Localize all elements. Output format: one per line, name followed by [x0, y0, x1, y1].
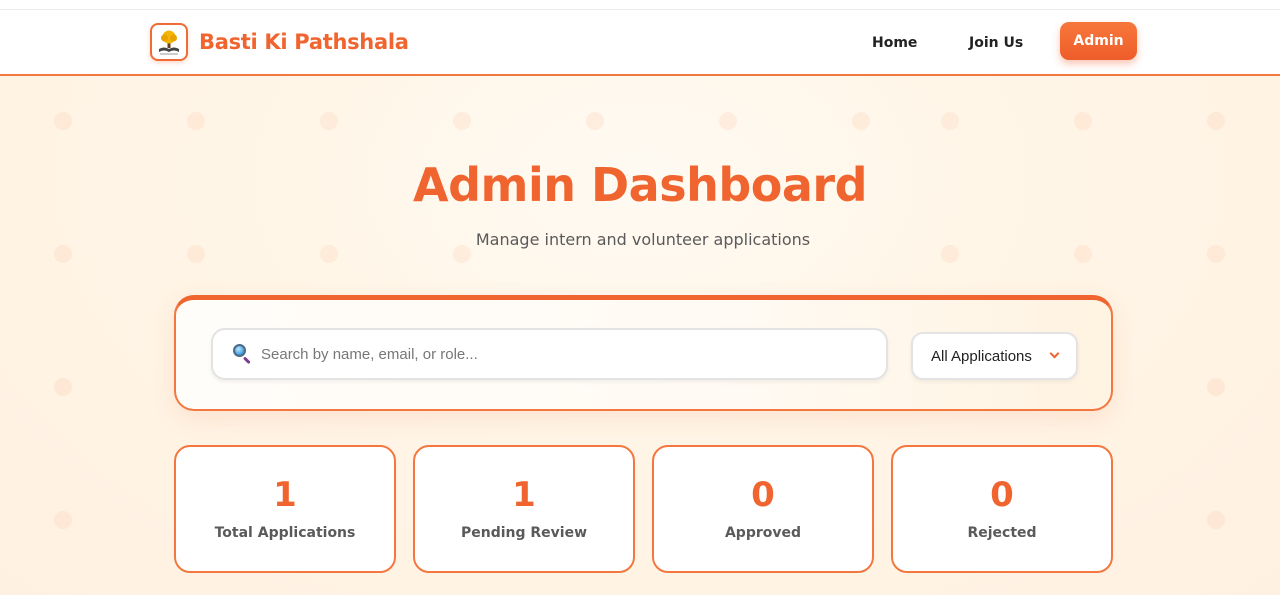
background-dot — [1207, 378, 1225, 396]
background-dot — [1207, 112, 1225, 130]
status-filter-select[interactable]: All Applications — [911, 332, 1078, 380]
background-dot — [320, 112, 338, 130]
top-strip — [0, 0, 1280, 10]
chevron-down-icon — [1049, 348, 1060, 359]
navbar: Basti Ki Pathshala Home Join Us Admin — [0, 10, 1280, 76]
status-filter-value: All Applications — [931, 347, 1032, 365]
background-dot — [1074, 112, 1092, 130]
background-dot — [54, 378, 72, 396]
stat-label: Pending Review — [460, 525, 588, 541]
stat-value: 1 — [273, 475, 297, 515]
stat-value: 0 — [751, 475, 775, 515]
background-dot — [54, 112, 72, 130]
stat-card-total: 1 Total Applications — [174, 445, 396, 573]
stat-card-rejected: 0 Rejected — [891, 445, 1113, 573]
background-dot — [1207, 511, 1225, 529]
nav-home-link[interactable]: Home — [872, 35, 917, 51]
brand[interactable]: Basti Ki Pathshala — [150, 23, 409, 61]
search-input[interactable] — [261, 345, 861, 363]
stat-card-pending: 1 Pending Review — [413, 445, 635, 573]
brand-name: Basti Ki Pathshala — [199, 30, 409, 54]
stat-value: 0 — [990, 475, 1014, 515]
stat-label: Total Applications — [214, 525, 356, 541]
page-subtitle: Manage intern and volunteer applications — [475, 230, 811, 249]
stat-value: 1 — [512, 475, 536, 515]
background-dot — [852, 112, 870, 130]
search-icon — [231, 343, 253, 365]
tree-book-logo-icon — [150, 23, 188, 61]
admin-button[interactable]: Admin — [1060, 22, 1137, 60]
background-dot — [586, 112, 604, 130]
nav-join-us-link[interactable]: Join Us — [969, 35, 1023, 51]
page-title: Admin Dashboard — [412, 158, 868, 212]
stat-card-approved: 0 Approved — [652, 445, 874, 573]
background-dot — [941, 112, 959, 130]
background-dot — [719, 112, 737, 130]
background-dot — [54, 511, 72, 529]
search-box[interactable] — [211, 328, 888, 380]
filter-card: All Applications — [174, 295, 1113, 411]
background-dot — [187, 112, 205, 130]
stat-label: Rejected — [967, 525, 1037, 541]
stat-label: Approved — [724, 525, 802, 541]
background-dot — [453, 112, 471, 130]
